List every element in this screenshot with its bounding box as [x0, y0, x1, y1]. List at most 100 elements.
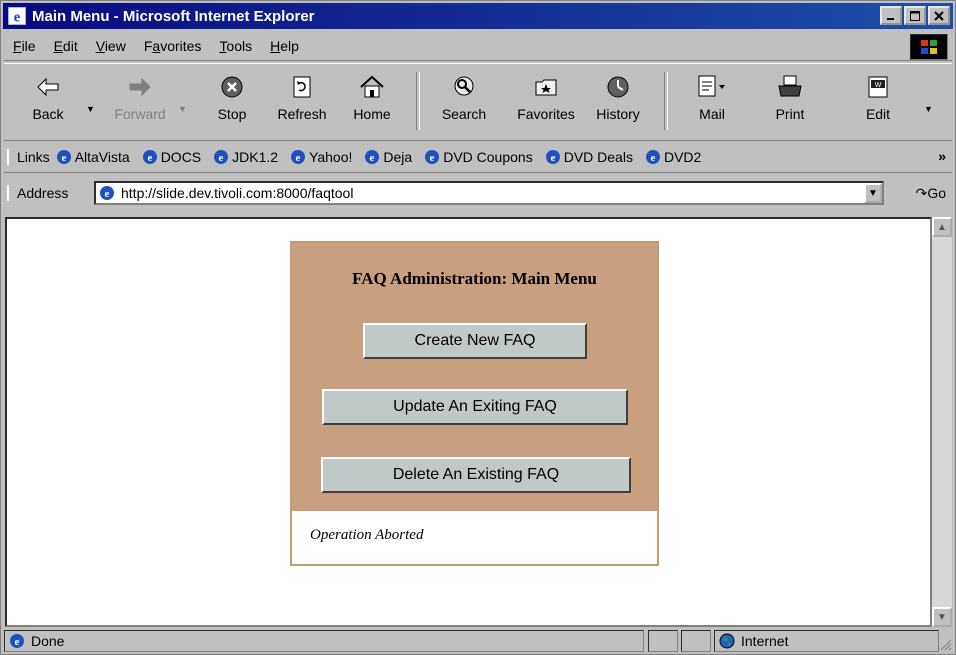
ie-page-icon: e — [291, 150, 306, 164]
search-icon — [454, 76, 474, 96]
link-jdk[interactable]: e JDK1.2 — [213, 149, 278, 165]
go-button[interactable]: ↷Go — [916, 185, 946, 202]
address-url: http://slide.dev.tivoli.com:8000/faqtool — [121, 185, 354, 201]
maximize-icon — [910, 10, 920, 21]
svg-text:e: e — [147, 152, 152, 164]
status-bar: e Done Internet — [4, 629, 952, 653]
ie-page-icon: e — [100, 186, 114, 200]
status-cell — [681, 630, 711, 652]
ie-page-icon: e — [545, 150, 560, 164]
edit-button[interactable]: W Edit — [846, 70, 910, 134]
print-button[interactable]: Print — [758, 70, 822, 134]
mail-button[interactable]: Mail — [680, 70, 744, 134]
history-button[interactable]: History — [586, 70, 650, 134]
menu-file[interactable]: File — [4, 38, 45, 54]
page-title: FAQ Administration: Main Menu — [352, 269, 597, 288]
home-icon — [360, 75, 384, 98]
svg-text:e: e — [370, 152, 375, 164]
home-button[interactable]: Home — [340, 70, 404, 134]
ie-logo-icon: e — [8, 7, 26, 25]
stop-button[interactable]: Stop — [200, 70, 264, 134]
search-button[interactable]: Search — [432, 70, 496, 134]
favorites-button[interactable]: Favorites — [510, 70, 582, 134]
address-bar: Address e http://slide.dev.tivoli.com:80… — [4, 175, 952, 211]
svg-text:e: e — [61, 152, 66, 164]
security-zone-cell: Internet — [714, 630, 939, 652]
links-overflow-chevron-icon[interactable]: » — [938, 148, 946, 164]
svg-text:e: e — [219, 152, 224, 164]
link-dvd2[interactable]: e DVD2 — [645, 149, 701, 165]
globe-icon — [719, 633, 735, 649]
ie-page-icon: e — [142, 150, 157, 164]
maximize-button[interactable] — [904, 6, 926, 25]
windows-logo-icon — [921, 40, 937, 54]
browser-window: e Main Menu - Microsoft Internet Explore… — [0, 0, 956, 655]
menu-favorites[interactable]: Favorites — [135, 38, 211, 54]
close-button[interactable] — [928, 6, 950, 25]
forward-button[interactable]: Forward — [108, 70, 172, 134]
back-dropdown-icon[interactable]: ▼ — [86, 104, 95, 114]
vertical-scrollbar[interactable]: ▲ ▼ — [932, 217, 952, 627]
scroll-down-button[interactable]: ▼ — [932, 607, 952, 627]
toolbar-separator — [664, 72, 668, 130]
ie-page-icon: e — [365, 150, 380, 164]
back-arrow-icon — [37, 77, 59, 97]
panel-header-area: FAQ Administration: Main Menu Create New… — [292, 243, 657, 511]
stop-icon — [221, 76, 243, 98]
favorites-folder-icon — [535, 79, 557, 96]
svg-text:e: e — [651, 152, 656, 164]
toolbar-separator — [416, 72, 420, 130]
forward-dropdown-icon[interactable]: ▼ — [178, 104, 187, 114]
link-docs[interactable]: e DOCS — [142, 149, 201, 165]
create-new-faq-button[interactable]: Create New FAQ — [363, 323, 587, 359]
svg-text:e: e — [105, 188, 110, 200]
links-label: Links — [7, 149, 56, 165]
svg-text:e: e — [550, 152, 555, 164]
link-altavista[interactable]: e AltaVista — [56, 149, 130, 165]
toolbar-more-icon[interactable]: ▼ — [924, 104, 933, 114]
resize-grip-icon[interactable] — [938, 637, 952, 651]
forward-arrow-icon — [129, 77, 151, 97]
update-faq-button[interactable]: Update An Exiting FAQ — [322, 389, 628, 425]
svg-text:e: e — [14, 10, 21, 25]
ie-page-icon: e — [56, 150, 71, 164]
status-text: Done — [31, 633, 65, 649]
close-icon — [934, 10, 944, 21]
link-dvd-deals[interactable]: e DVD Deals — [545, 149, 633, 165]
address-input[interactable]: e http://slide.dev.tivoli.com:8000/faqto… — [94, 181, 884, 205]
scroll-up-button[interactable]: ▲ — [932, 217, 952, 237]
svg-text:e: e — [296, 152, 301, 164]
ie-page-icon: e — [214, 150, 229, 164]
address-label: Address — [7, 185, 72, 201]
address-dropdown-button[interactable]: ▼ — [864, 183, 882, 203]
svg-text:W: W — [875, 82, 882, 89]
minimize-button[interactable] — [880, 6, 902, 25]
link-deja[interactable]: e Deja — [364, 149, 412, 165]
refresh-button[interactable]: Refresh — [270, 70, 334, 134]
faq-admin-panel: FAQ Administration: Main Menu Create New… — [290, 241, 659, 566]
menu-edit[interactable]: Edit — [45, 38, 87, 54]
menu-bar: File Edit View Favorites Tools Help — [4, 32, 952, 61]
mail-icon — [698, 75, 725, 97]
delete-faq-button[interactable]: Delete An Existing FAQ — [321, 457, 631, 493]
minimize-icon — [887, 17, 894, 20]
word-edit-icon: W — [868, 76, 888, 98]
status-cell — [648, 630, 678, 652]
menu-view[interactable]: View — [87, 38, 135, 54]
title-bar: e Main Menu - Microsoft Internet Explore… — [3, 3, 953, 29]
printer-icon — [778, 75, 802, 97]
back-button[interactable]: Back — [16, 70, 80, 134]
links-bar: Links e AltaVista e DOCS e JDK1.2 e Yahoo! e… — [4, 142, 952, 173]
ie-page-icon: e — [645, 150, 660, 164]
svg-text:e: e — [430, 152, 435, 164]
link-yahoo[interactable]: e Yahoo! — [290, 149, 352, 165]
menu-tools[interactable]: Tools — [210, 38, 261, 54]
refresh-icon — [293, 76, 311, 98]
window-title: Main Menu - Microsoft Internet Explorer — [32, 7, 315, 25]
message-area: Operation Aborted — [292, 511, 657, 564]
link-dvd-coupons[interactable]: e DVD Coupons — [424, 149, 533, 165]
status-text-cell: e Done — [4, 630, 644, 652]
windows-logo-throbber — [910, 34, 948, 60]
menu-help[interactable]: Help — [261, 38, 308, 54]
svg-text:e: e — [15, 636, 20, 648]
